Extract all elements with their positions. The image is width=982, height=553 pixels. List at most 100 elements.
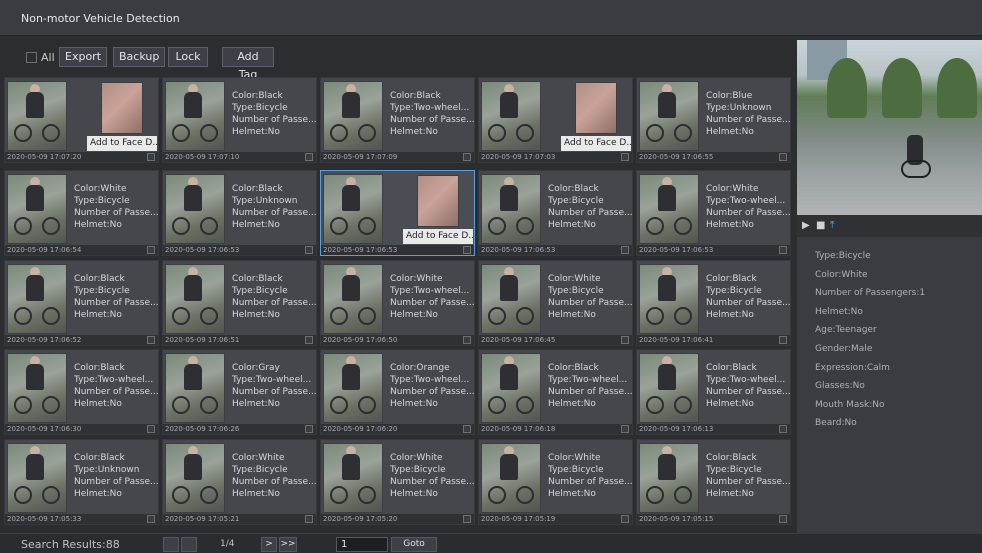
goto-button[interactable]: Goto (391, 537, 437, 552)
result-card[interactable]: Color:White Type:Bicycle Number of Passe..… (478, 439, 633, 525)
card-checkbox[interactable] (305, 336, 313, 344)
result-card[interactable]: Color:Black Type:Unknown Number of Passe..… (4, 439, 159, 525)
result-card[interactable]: Add to Face D... 2020-05-09 17:06:53 (320, 170, 475, 256)
tag-icon[interactable]: ⤒ (830, 220, 834, 231)
vehicle-thumbnail[interactable] (323, 174, 383, 244)
vehicle-thumbnail[interactable] (481, 353, 541, 423)
result-card[interactable]: Color:White Type:Two-wheel... Number of Pa… (320, 260, 475, 346)
result-card[interactable]: Color:White Type:Bicycle Number of Passe..… (162, 439, 317, 525)
result-card[interactable]: Color:Black Type:Two-wheel... Number of Pa… (636, 349, 791, 435)
card-checkbox[interactable] (621, 425, 629, 433)
vehicle-thumbnail[interactable] (165, 264, 225, 334)
next-page-button[interactable]: > (261, 537, 277, 552)
vehicle-thumbnail[interactable] (481, 443, 541, 513)
card-checkbox[interactable] (305, 425, 313, 433)
result-card[interactable]: Color:Black Type:Unknown Number of Passe..… (162, 170, 317, 256)
vehicle-thumbnail[interactable] (165, 443, 225, 513)
prev-page-button[interactable] (181, 537, 197, 552)
card-checkbox[interactable] (779, 336, 787, 344)
card-checkbox[interactable] (463, 515, 471, 523)
card-checkbox[interactable] (779, 425, 787, 433)
lock-button[interactable]: Lock (168, 47, 208, 67)
vehicle-thumbnail[interactable] (323, 264, 383, 334)
vehicle-thumbnail[interactable] (639, 443, 699, 513)
attribute-line: Type:Bicycle (548, 196, 604, 206)
attribute-line: Color:Blue (706, 91, 753, 101)
vehicle-thumbnail[interactable] (323, 443, 383, 513)
result-card[interactable]: Add to Face D... 2020-05-09 17:07:03 (478, 77, 633, 163)
add-tag-button[interactable]: Add Tag (222, 47, 274, 81)
vehicle-thumbnail[interactable] (639, 353, 699, 423)
result-card[interactable]: Color:Black Type:Bicycle Number of Passe..… (636, 439, 791, 525)
vehicle-thumbnail[interactable] (165, 353, 225, 423)
select-all-checkbox[interactable] (26, 52, 37, 63)
card-checkbox[interactable] (147, 336, 155, 344)
vehicle-thumbnail[interactable] (323, 81, 383, 151)
result-card[interactable]: Color:Black Type:Bicycle Number of Passe..… (636, 260, 791, 346)
vehicle-thumbnail[interactable] (165, 81, 225, 151)
attribute-line: Color:Black (548, 363, 599, 373)
card-checkbox[interactable] (305, 515, 313, 523)
vehicle-thumbnail[interactable] (639, 174, 699, 244)
attribute-line: Type:Two-wheel... (390, 103, 470, 113)
result-card[interactable]: Color:Orange Type:Two-wheel... Number of P… (320, 349, 475, 435)
result-card[interactable]: Color:Black Type:Bicycle Number of Passe..… (478, 170, 633, 256)
vehicle-thumbnail[interactable] (7, 443, 67, 513)
attribute-line: Number of Passe... (706, 208, 790, 218)
vehicle-thumbnail[interactable] (481, 81, 541, 151)
card-checkbox[interactable] (147, 153, 155, 161)
attribute-line: Color:Black (74, 363, 125, 373)
card-checkbox[interactable] (779, 515, 787, 523)
card-checkbox[interactable] (463, 425, 471, 433)
result-card[interactable]: Add to Face D... 2020-05-09 17:07:20 (4, 77, 159, 163)
result-card[interactable]: Color:Black Type:Two-wheel... Number of Pa… (478, 349, 633, 435)
result-card[interactable]: Color:Gray Type:Two-wheel... Number of Pas… (162, 349, 317, 435)
vehicle-thumbnail[interactable] (323, 353, 383, 423)
card-checkbox[interactable] (463, 246, 471, 254)
card-checkbox[interactable] (621, 515, 629, 523)
card-checkbox[interactable] (779, 153, 787, 161)
card-checkbox[interactable] (463, 153, 471, 161)
result-card[interactable]: Color:Black Type:Two-wheel... Number of Pa… (320, 77, 475, 163)
card-checkbox[interactable] (779, 246, 787, 254)
card-checkbox[interactable] (463, 336, 471, 344)
card-checkbox[interactable] (147, 246, 155, 254)
vehicle-thumbnail[interactable] (7, 81, 67, 151)
result-card[interactable]: Color:White Type:Two-wheel... Number of Pa… (636, 170, 791, 256)
last-page-button[interactable]: >> (279, 537, 297, 552)
card-checkbox[interactable] (621, 246, 629, 254)
vehicle-thumbnail[interactable] (165, 174, 225, 244)
vehicle-thumbnail[interactable] (481, 264, 541, 334)
card-checkbox[interactable] (147, 515, 155, 523)
card-checkbox[interactable] (305, 246, 313, 254)
result-card[interactable]: Color:Blue Type:Unknown Number of Passe...… (636, 77, 791, 163)
title-bar: Non-motor Vehicle Detection (0, 0, 982, 36)
vehicle-thumbnail[interactable] (7, 353, 67, 423)
result-card[interactable]: Color:Black Type:Two-wheel... Number of Pa… (4, 349, 159, 435)
vehicle-thumbnail[interactable] (639, 264, 699, 334)
page-number-input[interactable] (336, 537, 388, 552)
first-page-button[interactable] (163, 537, 179, 552)
add-to-face-db-button[interactable]: Add to Face D... (561, 136, 631, 151)
result-card[interactable]: Color:White Type:Bicycle Number of Passe..… (478, 260, 633, 346)
export-button[interactable]: Export (59, 47, 107, 67)
card-checkbox[interactable] (147, 425, 155, 433)
vehicle-thumbnail[interactable] (7, 264, 67, 334)
result-card[interactable]: Color:White Type:Bicycle Number of Passe..… (4, 170, 159, 256)
card-checkbox[interactable] (305, 153, 313, 161)
card-checkbox[interactable] (621, 336, 629, 344)
result-card[interactable]: Color:Black Type:Bicycle Number of Passe..… (162, 77, 317, 163)
stop-icon[interactable]: ■ (816, 220, 825, 231)
vehicle-thumbnail[interactable] (7, 174, 67, 244)
backup-button[interactable]: Backup (113, 47, 165, 67)
face-thumbnail (101, 82, 143, 134)
play-icon[interactable]: ▶ (802, 220, 810, 231)
add-to-face-db-button[interactable]: Add to Face D... (403, 229, 473, 244)
result-card[interactable]: Color:White Type:Bicycle Number of Passe..… (320, 439, 475, 525)
card-checkbox[interactable] (621, 153, 629, 161)
result-card[interactable]: Color:Black Type:Bicycle Number of Passe..… (162, 260, 317, 346)
result-card[interactable]: Color:Black Type:Bicycle Number of Passe..… (4, 260, 159, 346)
vehicle-thumbnail[interactable] (639, 81, 699, 151)
vehicle-thumbnail[interactable] (481, 174, 541, 244)
add-to-face-db-button[interactable]: Add to Face D... (87, 136, 157, 151)
